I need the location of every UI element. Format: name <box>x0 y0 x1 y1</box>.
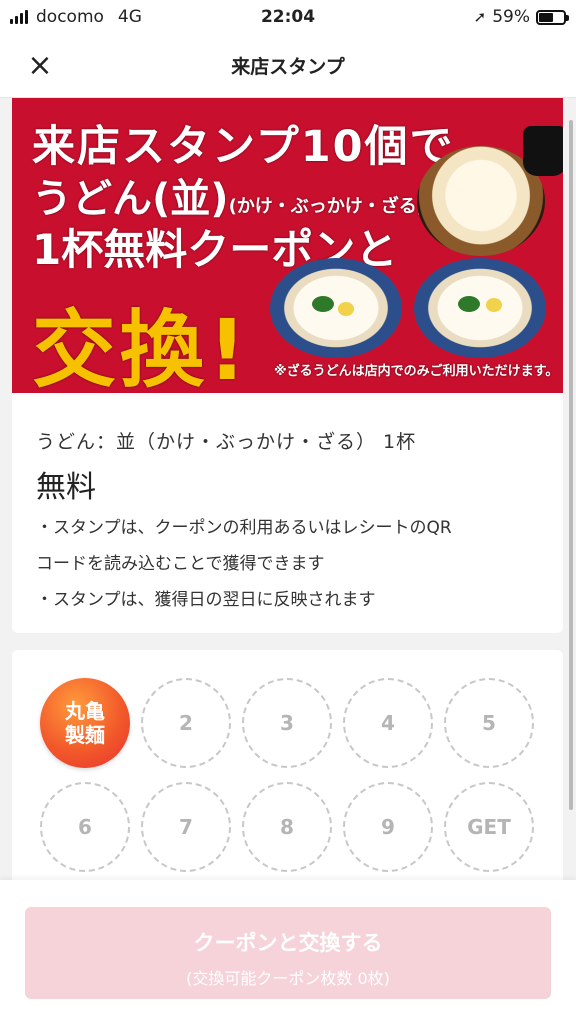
scallion-garnish <box>458 296 480 312</box>
battery-icon <box>536 9 569 25</box>
status-bar: docomo 4G 22:04 ➚ 59% <box>0 0 576 34</box>
page-title: 来店スタンプ <box>231 56 345 78</box>
status-right: ➚ 59% <box>366 7 569 27</box>
stamp-collected: 丸亀 製麺 <box>40 678 130 768</box>
campaign-banner: 来店スタンプ10個で うどん(並)(かけ・ぶっかけ・ざる) 1杯無料クーポンと … <box>12 98 563 393</box>
note-1-cont: コードを読み込むことで獲得できます <box>36 554 325 574</box>
clock: 22:04 <box>260 7 316 27</box>
exchange-coupon-button[interactable]: クーポンと交換する (交換可能クーポン枚数 0枚) <box>25 907 551 999</box>
exchange-button-label: クーポンと交換する <box>193 931 383 955</box>
network-label: 4G <box>117 7 142 27</box>
banner-line-4: 交換! <box>32 301 251 393</box>
stamp-slot: 3 <box>242 678 332 768</box>
signal-icon <box>10 10 28 24</box>
scrollbar[interactable] <box>569 120 573 810</box>
location-arrow-icon: ➚ <box>473 8 487 26</box>
note-2: ・スタンプは、獲得日の翌日に反映されます <box>36 590 376 610</box>
stamp-slot: 4 <box>343 678 433 768</box>
coupon-info-card: うどん：並（かけ・ぶっかけ・ざる） 1杯 無料 ・スタンプは、クーポンの利用ある… <box>12 393 563 633</box>
scallion-garnish <box>312 296 334 312</box>
stamp-card: 丸亀 製麺 2 3 4 5 6 7 8 9 GET <box>12 650 563 910</box>
ginger-garnish <box>486 298 502 312</box>
banner-footnote: ※ざるうどんは店内でのみご利用いただけます。 <box>274 364 559 379</box>
bottom-action-bar: クーポンと交換する (交換可能クーポン枚数 0枚) <box>0 880 576 1024</box>
ginger-garnish <box>338 302 354 316</box>
banner-line-1: 来店スタンプ10個で <box>32 122 455 172</box>
stamp-logo-text-2: 製麺 <box>65 723 105 747</box>
status-left: docomo 4G <box>10 7 210 27</box>
kake-udon-image <box>270 258 402 358</box>
stamp-slot-get: GET <box>444 782 534 872</box>
stamp-slot: 9 <box>343 782 433 872</box>
dipping-sauce-image <box>523 126 563 176</box>
stamp-slot: 6 <box>40 782 130 872</box>
banner-line-2-sub: (かけ・ぶっかけ・ざる) <box>228 196 426 217</box>
note-1: ・スタンプは、クーポンの利用あるいはレシートのQR <box>36 518 452 538</box>
battery-percent: 59% <box>492 7 530 27</box>
reward-price: 無料 <box>36 470 96 505</box>
stamp-slot: 7 <box>141 782 231 872</box>
stamp-slot: 2 <box>141 678 231 768</box>
bukkake-udon-image <box>414 258 546 358</box>
close-icon[interactable]: × <box>20 48 60 84</box>
stamp-logo-text-1: 丸亀 <box>65 699 105 723</box>
reward-menu: うどん：並（かけ・ぶっかけ・ざる） 1杯 <box>36 431 417 453</box>
stamp-slot: 5 <box>444 678 534 768</box>
carrier-label: docomo <box>36 7 104 27</box>
nav-header: × 来店スタンプ <box>0 34 576 98</box>
stamp-slot: 8 <box>242 782 332 872</box>
exchange-button-sub: (交換可能クーポン枚数 0枚) <box>186 969 390 988</box>
